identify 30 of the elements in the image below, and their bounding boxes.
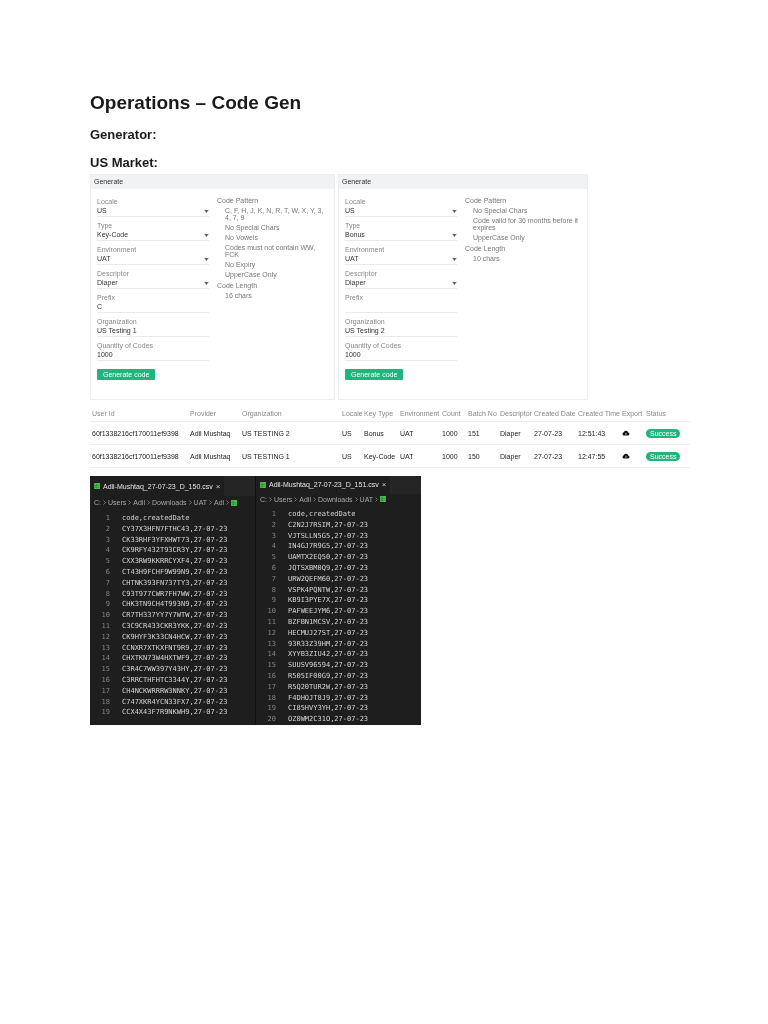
chevron-icon — [269, 496, 272, 502]
close-icon[interactable]: × — [381, 480, 387, 490]
file-icon — [380, 496, 387, 503]
caret-icon — [204, 281, 209, 285]
chevron-icon — [294, 496, 298, 502]
chevron-icon — [128, 500, 132, 505]
caret-icon — [452, 233, 457, 237]
cloud-download-icon[interactable] — [622, 453, 630, 459]
file-icon — [94, 483, 100, 489]
caret-icon — [452, 209, 457, 213]
cloud-download-icon[interactable] — [622, 430, 630, 436]
caret-icon — [204, 209, 209, 213]
caret-icon — [204, 233, 209, 237]
file-icon — [260, 481, 266, 488]
close-icon[interactable]: × — [215, 481, 221, 491]
caret-icon — [452, 257, 457, 261]
chevron-icon — [375, 496, 379, 502]
caret-icon — [452, 281, 457, 285]
chevron-icon — [354, 496, 358, 502]
chevron-icon — [209, 500, 213, 505]
chevron-icon — [103, 500, 106, 505]
caret-icon — [204, 257, 209, 261]
chevron-icon — [226, 500, 230, 505]
page-title: Operations – Code Gen — [90, 92, 303, 114]
file-icon — [231, 499, 238, 506]
section-heading: US Market: — [90, 155, 158, 170]
section-heading: Generator: — [90, 127, 157, 142]
chevron-icon — [188, 500, 192, 505]
chevron-icon — [146, 500, 150, 505]
chevron-icon — [312, 496, 316, 502]
